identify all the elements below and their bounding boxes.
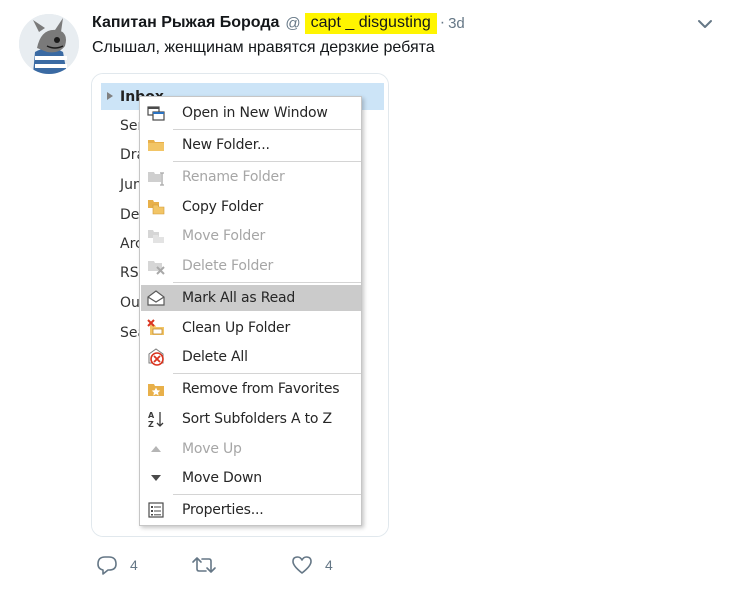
separator-dot: · <box>439 14 446 31</box>
new-window-icon <box>147 106 165 121</box>
reply-button[interactable]: 4 <box>96 555 138 575</box>
menu-label: Copy Folder <box>182 199 264 215</box>
menu-label: Delete Folder <box>182 258 274 274</box>
menu-label: Delete All <box>182 349 248 365</box>
copy-folder-icon <box>148 200 165 215</box>
context-menu: Open in New Window New Folder... Rename … <box>139 96 362 526</box>
properties-icon <box>148 502 164 518</box>
like-button[interactable]: 4 <box>291 555 333 575</box>
avatar-image <box>19 14 79 74</box>
menu-item-new-folder[interactable]: New Folder... <box>141 132 361 158</box>
folder-item[interactable]: Ou <box>120 295 140 311</box>
triangle-up-icon <box>151 446 161 452</box>
menu-item-move-up[interactable]: Move Up <box>141 436 361 462</box>
chevron-down-icon[interactable] <box>697 18 713 30</box>
expand-triangle-icon[interactable] <box>107 92 113 100</box>
menu-label: New Folder... <box>182 137 270 153</box>
display-name[interactable]: Капитан Рыжая Борода <box>92 14 279 32</box>
favorites-icon <box>148 384 164 396</box>
delete-folder-icon <box>148 261 165 275</box>
retweet-icon <box>192 557 216 573</box>
menu-item-mark-all-as-read[interactable]: Mark All as Read <box>141 285 361 311</box>
menu-item-sort-subfolders[interactable]: A Z Sort Subfolders A to Z <box>141 406 361 432</box>
menu-item-delete-folder[interactable]: Delete Folder <box>141 253 361 279</box>
menu-label: Open in New Window <box>182 105 328 121</box>
menu-label: Move Folder <box>182 228 266 244</box>
sort-az-icon: A Z <box>148 411 164 428</box>
username-handle: capt _ disgusting <box>304 12 437 34</box>
tweet-text: Слышал, женщинам нравятся дерзкие ребята <box>92 39 435 56</box>
menu-separator <box>173 161 361 162</box>
rename-folder-icon <box>148 172 164 186</box>
folder-item[interactable]: De <box>120 207 139 223</box>
delete-all-icon <box>148 348 164 366</box>
menu-item-copy-folder[interactable]: Copy Folder <box>141 194 361 220</box>
at-sign: @ <box>285 14 301 32</box>
menu-label: Clean Up Folder <box>182 320 291 336</box>
menu-label: Mark All as Read <box>182 290 296 306</box>
menu-separator <box>173 282 361 283</box>
handle-wrap[interactable]: @ capt _ disgusting <box>285 12 437 34</box>
heart-icon <box>292 556 312 574</box>
menu-label: Rename Folder <box>182 169 285 185</box>
svg-text:A: A <box>148 411 155 420</box>
menu-item-delete-all[interactable]: Delete All <box>141 344 361 370</box>
menu-item-open-in-new-window[interactable]: Open in New Window <box>141 100 361 126</box>
menu-item-rename-folder[interactable]: Rename Folder <box>141 164 361 190</box>
folder-icon <box>148 140 164 151</box>
timestamp[interactable]: 3d <box>448 15 465 32</box>
menu-item-move-down[interactable]: Move Down <box>141 465 361 491</box>
outlook-folder-pane: Inbox Ser Dra Jun De Arc RSS Ou Sea Open… <box>92 74 388 536</box>
menu-separator <box>173 494 361 495</box>
avatar[interactable] <box>19 14 79 74</box>
tweet-card: Капитан Рыжая Борода @ capt _ disgusting… <box>0 0 732 592</box>
reply-icon <box>97 556 117 575</box>
menu-label: Move Down <box>182 470 262 486</box>
move-folder-icon <box>148 230 164 243</box>
menu-label: Remove from Favorites <box>182 381 340 397</box>
triangle-down-icon <box>151 475 161 481</box>
envelope-open-icon <box>147 290 165 306</box>
svg-text:Z: Z <box>148 420 154 428</box>
retweet-button[interactable] <box>191 555 217 575</box>
tweet-header: Капитан Рыжая Борода @ capt _ disgusting… <box>92 12 465 34</box>
menu-separator <box>173 129 361 130</box>
reply-count: 4 <box>130 557 138 573</box>
menu-item-move-folder[interactable]: Move Folder <box>141 223 361 249</box>
menu-item-properties[interactable]: Properties... <box>141 497 361 523</box>
menu-label: Move Up <box>182 441 242 457</box>
menu-item-remove-from-favorites[interactable]: Remove from Favorites <box>141 376 361 402</box>
menu-label: Properties... <box>182 502 264 518</box>
like-count: 4 <box>325 557 333 573</box>
menu-label: Sort Subfolders A to Z <box>182 411 332 427</box>
clean-up-icon <box>147 319 164 335</box>
menu-item-clean-up-folder[interactable]: Clean Up Folder <box>141 315 361 341</box>
attached-image[interactable]: Inbox Ser Dra Jun De Arc RSS Ou Sea Open… <box>91 73 389 537</box>
menu-separator <box>173 373 361 374</box>
